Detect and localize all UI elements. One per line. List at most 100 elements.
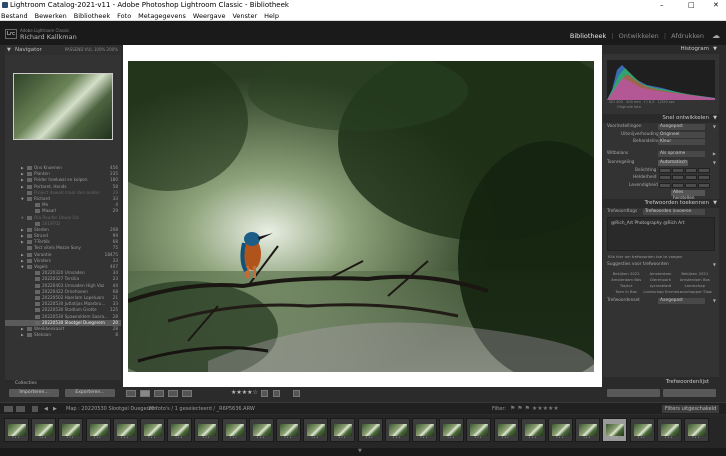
grid-icon[interactable]	[32, 406, 38, 412]
filmstrip-thumbnail[interactable]: • • •	[248, 418, 274, 442]
filmstrip-thumbnail[interactable]: • • •	[384, 418, 410, 442]
filmstrip-thumbnail[interactable]: • • •	[629, 418, 655, 442]
filmstrip-thumbnail[interactable]: • • •	[112, 418, 138, 442]
keyword-suggestion[interactable]: Toen in Bos	[609, 289, 643, 295]
disclosure-icon[interactable]: ▼	[713, 159, 716, 167]
keywording-header[interactable]: Trefwoorden toekennen ▼	[603, 198, 719, 208]
export-button[interactable]: Exporteren...	[65, 389, 115, 397]
rotate-left-icon[interactable]	[261, 390, 268, 397]
disclosure-icon[interactable]: ▼	[713, 297, 716, 305]
crop-select[interactable]: Origineel	[658, 131, 705, 138]
cloud-icon[interactable]: ☁	[712, 31, 720, 40]
reset-all-button[interactable]: Alles herstellen	[671, 190, 705, 201]
filmstrip-thumbnail[interactable]: • • •	[466, 418, 492, 442]
survey-view-icon[interactable]	[168, 390, 178, 397]
monitor-2-icon[interactable]	[16, 406, 25, 412]
original-photo-toggle[interactable]: Originele foto	[603, 105, 719, 110]
exposure-decrease-small[interactable]	[672, 167, 684, 173]
filter-select[interactable]: Filters uitgeschakeld	[662, 405, 720, 413]
preset-select[interactable]: Aangepast	[658, 124, 705, 130]
monitor-1-icon[interactable]	[4, 406, 13, 412]
people-view-icon[interactable]	[182, 390, 192, 397]
exposure-increase-large[interactable]	[698, 167, 710, 173]
filmstrip-thumbnail[interactable]: • • •	[493, 418, 519, 442]
module-develop[interactable]: Ontwikkelen	[619, 32, 659, 40]
vibrance-increase-large[interactable]	[698, 182, 710, 188]
vibrance-increase-small[interactable]	[685, 182, 697, 188]
filmstrip-thumbnail[interactable]: • • •	[656, 418, 682, 442]
exposure-decrease-large[interactable]	[659, 167, 671, 173]
filmstrip-thumbnail[interactable]: • • •	[276, 418, 301, 442]
filmstrip-thumbnail[interactable]: • • •	[412, 418, 437, 442]
filmstrip-thumbnail[interactable]: • • •	[58, 418, 84, 442]
painter-icon[interactable]	[293, 390, 300, 397]
loupe-view-icon[interactable]	[140, 390, 150, 397]
quick-develop-header[interactable]: Snel ontwikkelen ▼	[603, 114, 719, 123]
import-button[interactable]: Importeren...	[9, 389, 59, 397]
filmstrip-thumbnail[interactable]: • • •	[684, 418, 709, 442]
right-panel-edge[interactable]	[719, 45, 726, 387]
keyword-textarea[interactable]: @Rich_Art Photography @Rich Art	[607, 217, 715, 251]
clarity-increase-large[interactable]	[698, 175, 710, 180]
keyword-input-hint[interactable]: Klik hier om trefwoorden toe te voegen	[603, 253, 719, 261]
clarity-decrease-large[interactable]	[659, 175, 671, 180]
filmstrip-thumbnail[interactable]: • • •	[330, 418, 356, 442]
module-library[interactable]: Bibliotheek	[570, 32, 606, 40]
vibrance-decrease-large[interactable]	[659, 182, 671, 188]
navigator-header[interactable]: ▼ Navigator PASSEND VUL 100% 200%	[5, 45, 121, 55]
grid-view-icon[interactable]	[126, 390, 136, 397]
vibrance-decrease-small[interactable]	[672, 182, 684, 188]
filmstrip-thumbnail[interactable]: • • •	[439, 418, 465, 442]
keyword-set-select[interactable]: Aangepast	[658, 297, 705, 304]
menu-item-venster[interactable]: Venster	[232, 12, 257, 20]
filter-flags[interactable]: ⚑ ⚑ ⚑ ★★★★★	[510, 403, 559, 415]
navigator-viewport-box[interactable]	[13, 73, 113, 140]
module-print[interactable]: Afdrukken	[671, 32, 704, 40]
sync-button[interactable]	[607, 389, 660, 397]
sync-settings-button[interactable]	[663, 389, 716, 397]
folder-row[interactable]: ▶ Stekaan 8	[5, 332, 121, 338]
histogram-header[interactable]: Histogram ▼	[603, 45, 719, 54]
filmstrip-thumbnail[interactable]: • • •	[167, 418, 193, 442]
forward-arrow-icon[interactable]: ▶	[53, 403, 57, 415]
white-balance-select[interactable]: Als opname	[658, 150, 705, 157]
maximize-button[interactable]: □	[688, 0, 695, 11]
minimize-button[interactable]: –	[660, 0, 664, 11]
keyword-list-header[interactable]: Trefwoordenlijst	[603, 377, 719, 387]
filmstrip-thumbnail[interactable]: • • •	[85, 418, 111, 442]
filmstrip-thumbnail[interactable]: • • •	[548, 418, 573, 442]
keyword-suggestion[interactable]: Lanschapper Slaag	[678, 289, 712, 295]
auto-tone-button[interactable]: Automatisch	[658, 160, 688, 166]
collections-header[interactable]: Collecties	[5, 380, 121, 387]
compare-view-icon[interactable]	[154, 390, 164, 397]
main-photo[interactable]	[128, 61, 594, 372]
filmstrip-thumbnail[interactable]: • • •	[31, 418, 57, 442]
disclosure-icon[interactable]: ▼	[713, 123, 716, 131]
treatment-select[interactable]: Kleur	[658, 139, 705, 145]
filmstrip-thumbnail[interactable]: • • •	[602, 418, 628, 442]
filmstrip-thumbnail[interactable]: • • •	[194, 418, 220, 442]
close-button[interactable]: ✕	[713, 0, 719, 11]
keyword-tags-select[interactable]: Trefwoorden invoeren	[643, 208, 705, 215]
exposure-increase-small[interactable]	[685, 167, 697, 173]
star-rating[interactable]: ★★★★☆	[231, 389, 258, 396]
keyword-suggestion[interactable]: Landschap Emmen	[643, 289, 677, 295]
filmstrip-thumbnail[interactable]: • • •	[140, 418, 165, 442]
menu-item-help[interactable]: Help	[264, 12, 279, 20]
navigator-preview[interactable]	[13, 73, 113, 140]
bottom-panel-edge[interactable]: ▼	[0, 448, 726, 456]
filmstrip-thumbnail[interactable]: • • •	[575, 418, 601, 442]
filmstrip-thumbnail[interactable]: • • •	[303, 418, 329, 442]
clarity-decrease-small[interactable]	[672, 175, 684, 180]
menu-item-bewerken[interactable]: Bewerken	[35, 12, 67, 20]
menu-item-foto[interactable]: Foto	[117, 12, 131, 20]
navigator-zoom[interactable]: PASSEND VUL 100% 200%	[65, 45, 118, 55]
menu-item-bibliotheek[interactable]: Bibliotheek	[74, 12, 110, 20]
menu-item-metagegevens[interactable]: Metagegevens	[138, 12, 186, 20]
collapse-arrow-icon[interactable]: ▼	[358, 448, 362, 454]
filmstrip-thumbnail[interactable]: • • •	[520, 418, 546, 442]
rotate-right-icon[interactable]	[273, 390, 280, 397]
source-path[interactable]: Map : 20220530 Slootgel Duegerem	[66, 403, 157, 415]
disclosure-icon[interactable]: ▼	[713, 261, 716, 269]
filmstrip-thumbnail[interactable]: • • •	[221, 418, 247, 442]
